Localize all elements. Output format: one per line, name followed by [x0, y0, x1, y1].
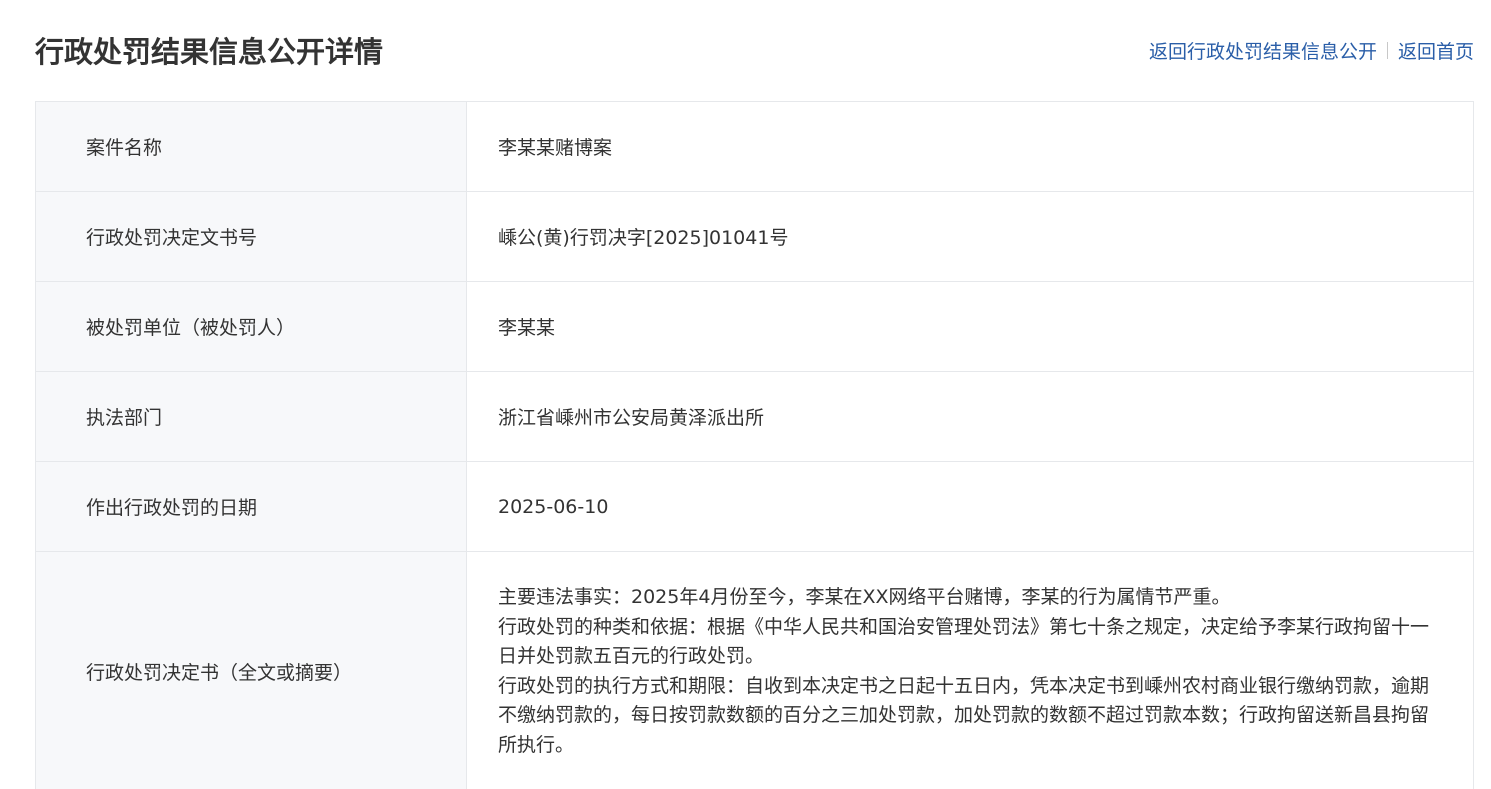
decision-text-value: 主要违法事实：2025年4月份至今，李某在XX网络平台赌博，李某的行为属情节严重… [466, 551, 1474, 789]
detail-row-case-name: 案件名称 李某某赌博案 [35, 101, 1474, 192]
document-number-label: 行政处罚决定文书号 [35, 191, 467, 282]
enforcement-dept-label: 执法部门 [35, 371, 467, 462]
enforcement-dept-value: 浙江省嵊州市公安局黄泽派出所 [466, 371, 1474, 462]
penalized-party-value: 李某某 [466, 281, 1474, 372]
document-number-value: 嵊公(黄)行罚决字[2025]01041号 [466, 191, 1474, 282]
page: 行政处罚结果信息公开详情 返回行政处罚结果信息公开 返回首页 案件名称 李某某赌… [0, 0, 1491, 789]
detail-row-decision-date: 作出行政处罚的日期 2025-06-10 [35, 461, 1474, 552]
penalized-party-label: 被处罚单位（被处罚人） [35, 281, 467, 372]
decision-execution-paragraph: 行政处罚的执行方式和期限：自收到本决定书之日起十五日内，凭本决定书到嵊州农村商业… [498, 674, 1430, 756]
back-to-list-link[interactable]: 返回行政处罚结果信息公开 [1149, 37, 1377, 64]
decision-basis-paragraph: 行政处罚的种类和依据：根据《中华人民共和国治安管理处罚法》第七十条之规定，决定给… [498, 615, 1430, 668]
decision-facts-paragraph: 主要违法事实：2025年4月份至今，李某在XX网络平台赌博，李某的行为属情节严重… [498, 586, 1231, 608]
detail-row-decision-text: 行政处罚决定书（全文或摘要） 主要违法事实：2025年4月份至今，李某在XX网络… [35, 551, 1474, 789]
decision-date-value: 2025-06-10 [466, 461, 1474, 552]
back-home-link[interactable]: 返回首页 [1398, 37, 1474, 64]
case-name-label: 案件名称 [35, 101, 467, 192]
detail-table: 案件名称 李某某赌博案 行政处罚决定文书号 嵊公(黄)行罚决字[2025]010… [35, 101, 1474, 789]
detail-row-document-number: 行政处罚决定文书号 嵊公(黄)行罚决字[2025]01041号 [35, 191, 1474, 282]
header-links: 返回行政处罚结果信息公开 返回首页 [1149, 37, 1474, 64]
detail-row-enforcement-dept: 执法部门 浙江省嵊州市公安局黄泽派出所 [35, 371, 1474, 462]
decision-date-label: 作出行政处罚的日期 [35, 461, 467, 552]
detail-row-penalized-party: 被处罚单位（被处罚人） 李某某 [35, 281, 1474, 372]
case-name-value: 李某某赌博案 [466, 101, 1474, 192]
page-header: 行政处罚结果信息公开详情 返回行政处罚结果信息公开 返回首页 [35, 28, 1474, 72]
page-title: 行政处罚结果信息公开详情 [35, 35, 384, 69]
decision-text-label: 行政处罚决定书（全文或摘要） [35, 551, 467, 789]
link-divider [1386, 41, 1388, 59]
